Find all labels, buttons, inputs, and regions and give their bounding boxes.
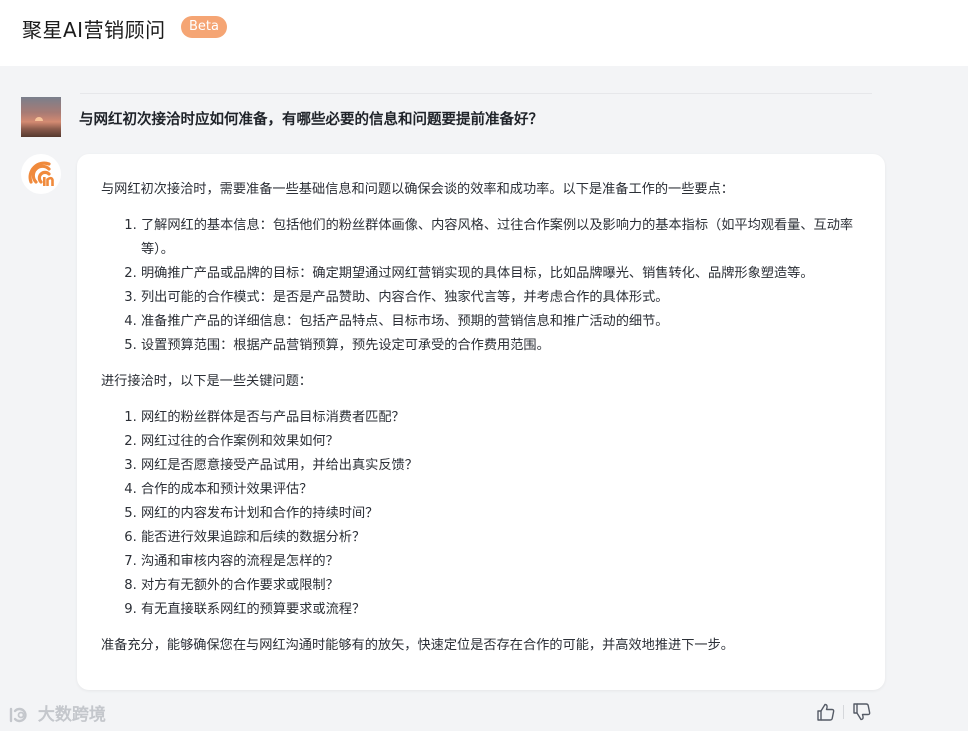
sunset-image xyxy=(35,117,43,121)
user-avatar xyxy=(21,97,61,137)
prep-list: 了解网红的基本信息：包括他们的粉丝群体画像、内容风格、过往合作案例以及影响力的基… xyxy=(101,214,861,358)
list-item: 明确推广产品或品牌的目标：确定期望通过网红营销实现的具体目标，比如品牌曝光、销售… xyxy=(141,262,861,286)
watermark: 大数跨境 xyxy=(8,700,106,725)
list-item: 合作的成本和预计效果评估？ xyxy=(141,478,861,502)
questions-intro: 进行接洽时，以下是一些关键问题： xyxy=(101,374,312,389)
list-item: 列出可能的合作模式：是否是产品赞助、内容合作、独家代言等，并考虑合作的具体形式。 xyxy=(141,286,861,310)
answer-card: 与网红初次接洽时，需要准备一些基础信息和问题以确保会谈的效率和成功率。以下是准备… xyxy=(77,154,885,690)
user-question: 与网红初次接洽时应如何准备，有哪些必要的信息和问题要提前准备好？ xyxy=(79,112,543,128)
answer-conclusion: 准备充分，能够确保您在与网红沟通时能够有的放矢，快速定位是否存在合作的可能，并高… xyxy=(101,638,734,653)
list-item: 有无直接联系网红的预算要求或流程？ xyxy=(141,598,861,622)
thumb-down-icon[interactable] xyxy=(852,702,872,722)
list-item: 能否进行效果追踪和后续的数据分析？ xyxy=(141,526,861,550)
list-item: 准备推广产品的详细信息：包括产品特点、目标市场、预期的营销信息和推广活动的细节。 xyxy=(141,310,861,334)
list-item: 对方有无额外的合作要求或限制？ xyxy=(141,574,861,598)
feedback-divider xyxy=(843,705,844,719)
beta-badge: Beta xyxy=(181,16,227,38)
list-item: 了解网红的基本信息：包括他们的粉丝群体画像、内容风格、过往合作案例以及影响力的基… xyxy=(141,214,861,262)
list-item: 网红的粉丝群体是否与产品目标消费者匹配？ xyxy=(141,406,861,430)
list-item: 网红过往的合作案例和效果如何？ xyxy=(141,430,861,454)
answer-body: 与网红初次接洽时，需要准备一些基础信息和问题以确保会谈的效率和成功率。以下是准备… xyxy=(101,178,861,658)
list-item: 设置预算范围：根据产品营销预算，预先设定可承受的合作费用范围。 xyxy=(141,334,861,358)
list-item: 沟通和审核内容的流程是怎样的？ xyxy=(141,550,861,574)
list-item: 网红是否愿意接受产品试用，并给出真实反馈？ xyxy=(141,454,861,478)
bot-avatar xyxy=(21,154,61,194)
app-title: 聚星AI营销顾问 xyxy=(22,18,166,42)
watermark-text: 大数跨境 xyxy=(37,705,106,725)
wifi-logo-icon xyxy=(28,161,54,186)
list-item: 网红的内容发布计划和合作的持续时间？ xyxy=(141,502,861,526)
answer-intro: 与网红初次接洽时，需要准备一些基础信息和问题以确保会谈的效率和成功率。以下是准备… xyxy=(101,182,734,197)
divider xyxy=(80,93,872,94)
thumb-up-icon[interactable] xyxy=(816,702,836,722)
questions-list: 网红的粉丝群体是否与产品目标消费者匹配？ 网红过往的合作案例和效果如何？ 网红是… xyxy=(101,406,861,622)
watermark-logo-icon xyxy=(9,707,27,723)
app-header: 聚星AI营销顾问 Beta xyxy=(0,0,968,66)
